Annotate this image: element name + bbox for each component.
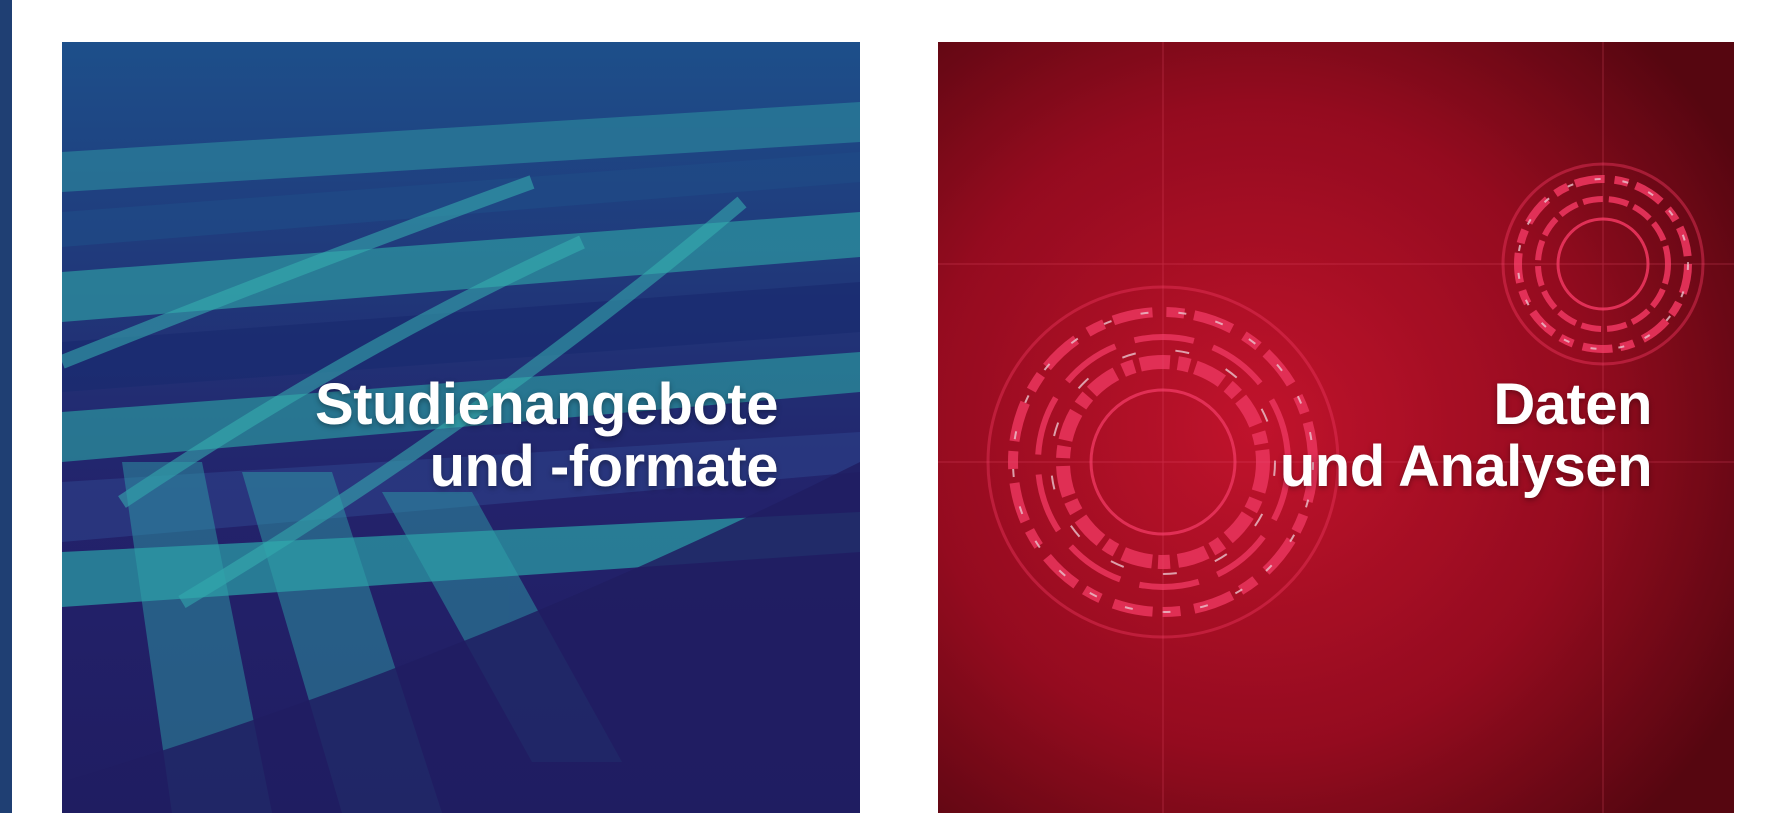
tile-title: Studienangebote und -formate bbox=[315, 374, 778, 498]
tile-daten-analysen[interactable]: Daten und Analysen bbox=[938, 42, 1734, 813]
tile-title-line2: und Analysen bbox=[1279, 434, 1653, 499]
tile-title-line1: Studienangebote bbox=[315, 372, 778, 437]
tile-title-line2: und -formate bbox=[429, 434, 779, 499]
tile-studienangebote[interactable]: Studienangebote und -formate bbox=[62, 42, 860, 813]
tile-title: Daten und Analysen bbox=[1279, 372, 1653, 499]
left-edge-strip bbox=[0, 0, 12, 813]
tile-title-line1: Daten bbox=[1493, 372, 1652, 437]
